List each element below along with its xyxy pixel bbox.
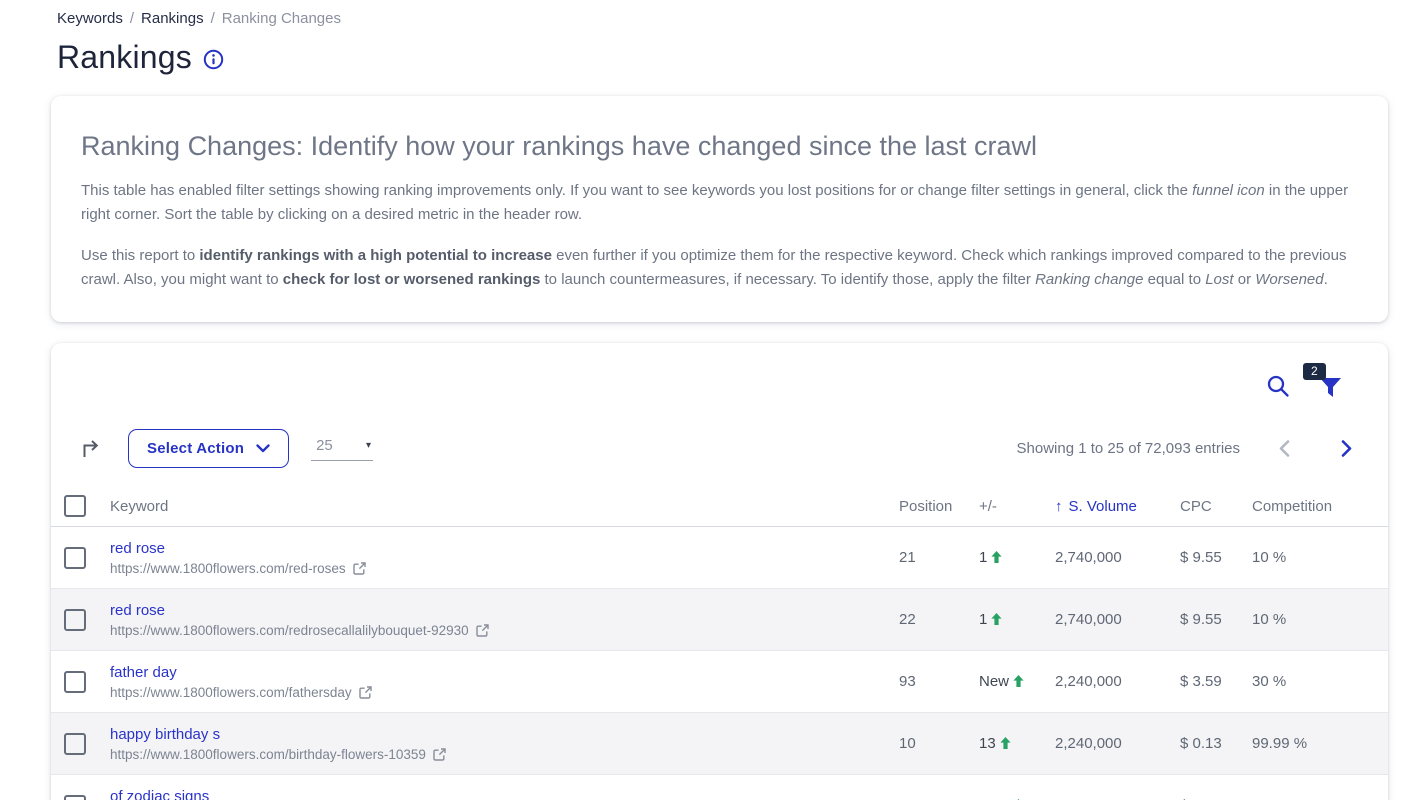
column-header-keyword[interactable]: Keyword [110, 498, 899, 515]
column-header-position[interactable]: Position [899, 498, 979, 515]
column-header-change[interactable]: +/- [979, 498, 1055, 515]
rankings-table-card: 2 Select Action 25 ▾ Showing 1 to 25 of … [51, 343, 1388, 800]
position-value: 10 [899, 735, 979, 752]
competition-value: 30 % [1252, 673, 1388, 690]
search-icon[interactable] [1266, 374, 1290, 403]
search-volume-value: 2,240,000 [1055, 735, 1180, 752]
search-volume-value: 2,740,000 [1055, 611, 1180, 628]
keyword-url: https://www.1800flowers.com/fathersday [110, 685, 352, 700]
table-row: red rose https://www.1800flowers.com/red… [51, 589, 1388, 651]
export-arrow-icon[interactable] [80, 439, 102, 459]
keyword-link[interactable]: happy birthday s [110, 726, 220, 743]
intro-p2-lost-ref: Lost [1205, 271, 1233, 288]
breadcrumb-keywords[interactable]: Keywords [57, 10, 123, 27]
intro-p2-text: . [1324, 271, 1328, 288]
intro-p2-worsened-ref: Worsened [1255, 271, 1323, 288]
page-size-select[interactable]: 25 ▾ [311, 437, 373, 461]
sort-ascending-icon: ↑ [1055, 498, 1063, 515]
select-action-button[interactable]: Select Action [128, 429, 289, 468]
column-header-cpc[interactable]: CPC [1180, 498, 1252, 515]
next-page-icon[interactable] [1341, 440, 1352, 457]
intro-paragraph-1: This table has enabled filter settings s… [81, 179, 1358, 227]
breadcrumb-separator: / [211, 10, 215, 27]
intro-paragraph-2: Use this report to identify rankings wit… [81, 244, 1358, 292]
external-link-icon[interactable] [433, 748, 446, 761]
filter-count-badge: 2 [1303, 363, 1326, 380]
select-all-checkbox[interactable] [64, 495, 86, 517]
chevron-down-icon [256, 444, 270, 453]
keyword-link[interactable]: red rose [110, 602, 165, 619]
intro-card: Ranking Changes: Identify how your ranki… [51, 96, 1388, 322]
row-checkbox[interactable] [64, 671, 86, 693]
table-row: of zodiac signs https://www.1800flowers.… [51, 775, 1388, 800]
change-value: 1 [979, 611, 987, 628]
change-value: New [979, 673, 1009, 690]
info-icon[interactable] [203, 49, 224, 70]
rank-up-icon [1013, 675, 1024, 687]
rank-up-icon [991, 613, 1002, 625]
table-row: father day https://www.1800flowers.com/f… [51, 651, 1388, 713]
change-value: 1 [979, 549, 987, 566]
page-header: Keywords / Rankings / Ranking Changes Ra… [0, 0, 1422, 76]
keyword-url: https://www.1800flowers.com/birthday-flo… [110, 747, 426, 762]
filter-funnel-icon[interactable]: 2 [1319, 377, 1342, 403]
caret-down-icon: ▾ [366, 440, 371, 451]
showing-entries-text: Showing 1 to 25 of 72,093 entries [1017, 440, 1241, 457]
intro-p2-text: Use this report to [81, 247, 199, 264]
intro-p2-bold-increase: identify rankings with a high potential … [199, 247, 552, 264]
cpc-value: $ 3.59 [1180, 673, 1252, 690]
position-value: 21 [899, 549, 979, 566]
breadcrumb-rankings[interactable]: Rankings [141, 10, 204, 27]
table-row: happy birthday s https://www.1800flowers… [51, 713, 1388, 775]
competition-value: 10 % [1252, 611, 1388, 628]
column-header-s-volume[interactable]: ↑ S. Volume [1055, 498, 1180, 515]
s-volume-label: S. Volume [1069, 498, 1137, 515]
position-value: 93 [899, 673, 979, 690]
keyword-url: https://www.1800flowers.com/redrosecalla… [110, 623, 469, 638]
row-checkbox[interactable] [64, 795, 86, 800]
select-action-label: Select Action [147, 440, 244, 457]
column-header-competition[interactable]: Competition [1252, 498, 1388, 515]
breadcrumb-separator: / [130, 10, 134, 27]
intro-p2-bold-lost: check for lost or worsened rankings [283, 271, 541, 288]
breadcrumb: Keywords / Rankings / Ranking Changes [57, 10, 1422, 27]
table-toolbar: Select Action 25 ▾ Showing 1 to 25 of 72… [51, 429, 1388, 468]
change-value: 13 [979, 735, 996, 752]
intro-p2-text: equal to [1143, 271, 1205, 288]
cpc-value: $ 0.13 [1180, 735, 1252, 752]
intro-heading: Ranking Changes: Identify how your ranki… [81, 131, 1358, 162]
position-value: 22 [899, 611, 979, 628]
search-volume-value: 2,740,000 [1055, 549, 1180, 566]
row-checkbox[interactable] [64, 609, 86, 631]
intro-p2-text: to launch countermeasures, if necessary.… [540, 271, 1035, 288]
external-link-icon[interactable] [359, 686, 372, 699]
table-header-row: Keyword Position +/- ↑ S. Volume CPC Comp… [51, 486, 1388, 527]
keyword-link[interactable]: father day [110, 664, 177, 681]
previous-page-icon[interactable] [1279, 440, 1290, 457]
keyword-url: https://www.1800flowers.com/red-roses [110, 561, 346, 576]
rankings-table: Keyword Position +/- ↑ S. Volume CPC Comp… [51, 486, 1388, 800]
competition-value: 99.99 % [1252, 735, 1388, 752]
cpc-value: $ 9.55 [1180, 611, 1252, 628]
search-volume-value: 2,240,000 [1055, 673, 1180, 690]
rank-up-icon [991, 551, 1002, 563]
page-title: Rankings [57, 39, 192, 76]
pagination [1279, 440, 1352, 457]
external-link-icon[interactable] [476, 624, 489, 637]
row-checkbox[interactable] [64, 733, 86, 755]
rank-up-icon [1000, 737, 1011, 749]
competition-value: 10 % [1252, 549, 1388, 566]
intro-p2-text: or [1234, 271, 1256, 288]
row-checkbox[interactable] [64, 547, 86, 569]
keyword-link[interactable]: red rose [110, 540, 165, 557]
breadcrumb-ranking-changes: Ranking Changes [222, 10, 341, 27]
intro-p1-text: This table has enabled filter settings s… [81, 182, 1192, 199]
intro-p2-filter-ref: Ranking change [1035, 271, 1143, 288]
table-row: red rose https://www.1800flowers.com/red… [51, 527, 1388, 589]
page-size-value: 25 [316, 437, 333, 454]
external-link-icon[interactable] [353, 562, 366, 575]
cpc-value: $ 9.55 [1180, 549, 1252, 566]
intro-p1-funnel-ref: funnel icon [1192, 182, 1265, 199]
keyword-link[interactable]: of zodiac signs [110, 788, 209, 800]
